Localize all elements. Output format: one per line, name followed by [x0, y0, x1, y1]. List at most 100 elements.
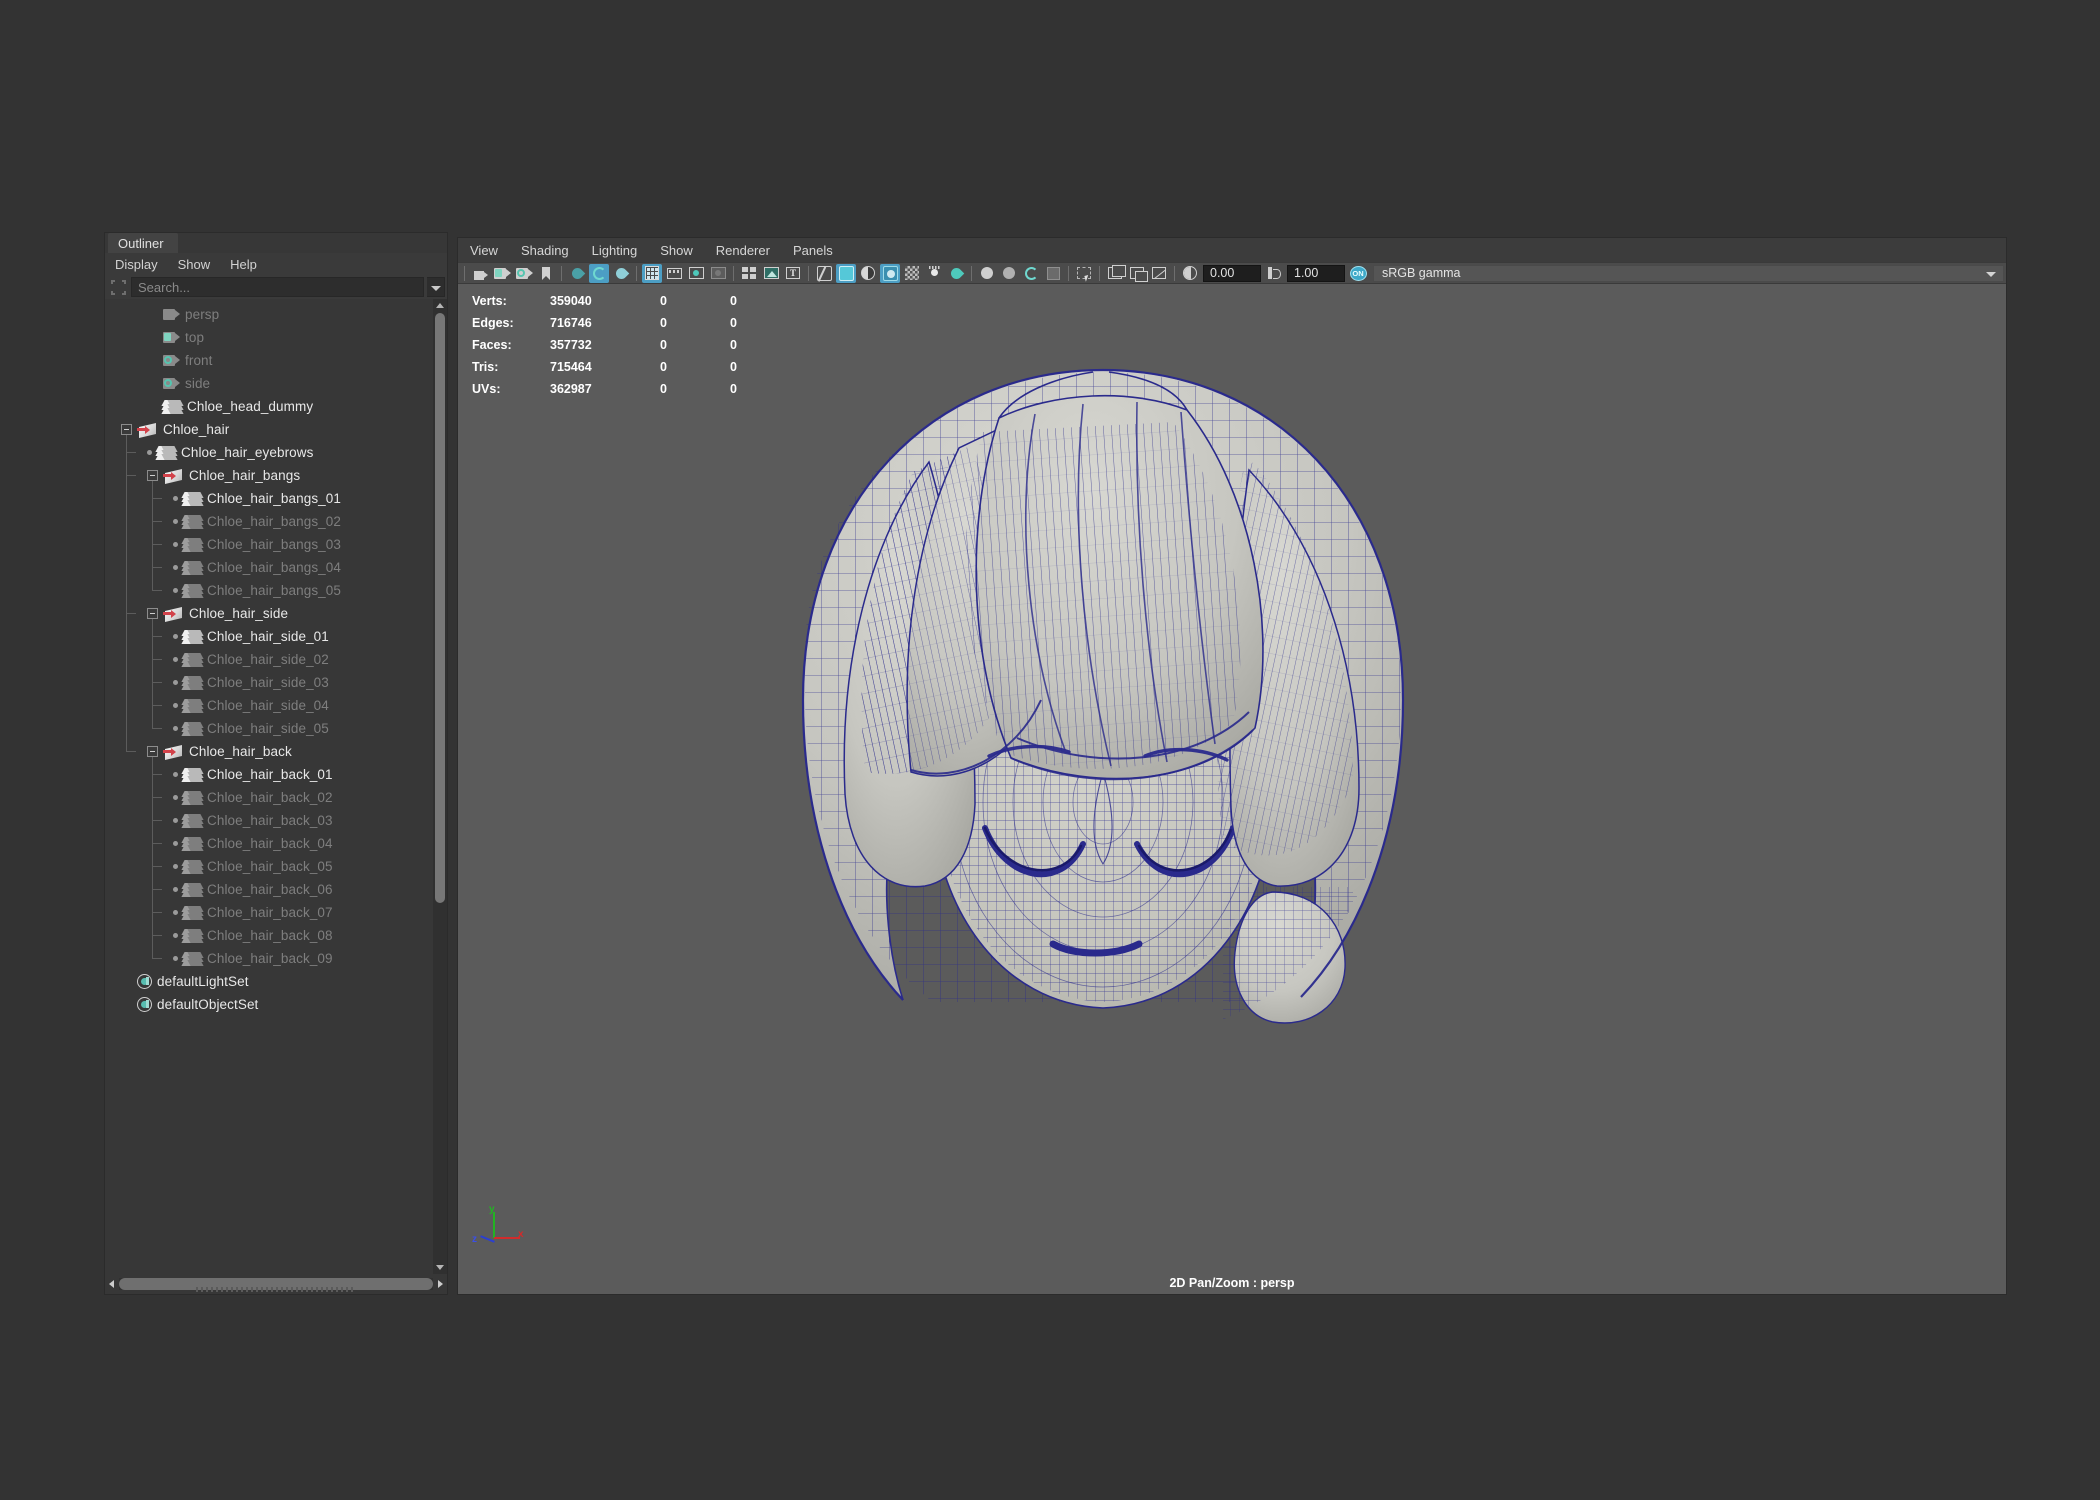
camera-lock-icon[interactable] [492, 264, 512, 283]
smooth-shade-icon[interactable] [836, 263, 856, 283]
outliner-item-top[interactable]: top [105, 326, 433, 349]
gate-mask-icon[interactable] [708, 264, 728, 283]
camera-gear-icon [163, 378, 180, 389]
outliner-tree[interactable]: persp top front side Chloe_head_dummy Chloe_h… [105, 299, 433, 1274]
outliner-item-label: Chloe_hair_bangs [189, 468, 301, 483]
set-icon [137, 997, 152, 1012]
tree-line [152, 521, 162, 522]
menu-display[interactable]: Display [115, 257, 158, 272]
outliner-horizontal-scrollbar[interactable] [105, 1274, 447, 1294]
mesh-icon [183, 630, 202, 644]
film-gate-icon[interactable] [664, 264, 684, 283]
outliner-item-chloe_hair_eyebrows[interactable]: Chloe_hair_eyebrows [105, 441, 433, 464]
pane-layout-icon[interactable] [1105, 264, 1126, 283]
outliner-item-label: Chloe_hair_bangs_04 [207, 560, 342, 575]
tree-line [152, 774, 162, 775]
scroll-left-icon[interactable] [107, 1277, 119, 1291]
chloe-hair-3d-model[interactable] [753, 352, 1453, 1052]
menu-panels[interactable]: Panels [793, 243, 833, 258]
brush-icon[interactable] [611, 264, 631, 283]
hardware-shading-icon[interactable] [858, 264, 878, 283]
outliner-item-chloe_head_dummy[interactable]: Chloe_head_dummy [105, 395, 433, 418]
expand-collapse-icon[interactable] [147, 470, 158, 481]
hud-stat-row: Edges: 716746 0 0 [472, 312, 800, 334]
search-filter-chevron-down-icon[interactable] [427, 277, 445, 297]
paint-effects-icon[interactable] [567, 264, 587, 283]
image-plane-icon[interactable] [761, 264, 781, 283]
mesh-icon [183, 653, 202, 667]
ambient-occlusion-icon[interactable] [977, 264, 997, 283]
menu-renderer[interactable]: Renderer [716, 243, 770, 258]
expand-collapse-icon[interactable] [147, 608, 158, 619]
menu-shading[interactable]: Shading [521, 243, 569, 258]
hud-label-cell: Verts: [472, 294, 507, 308]
exposure-value-field[interactable]: 0.00 [1203, 264, 1261, 282]
outliner-item-label: Chloe_hair_side_02 [207, 652, 329, 667]
outliner-item-defaultlightset[interactable]: defaultLightSet [105, 970, 433, 993]
outliner-item-chloe_hair_back[interactable]: Chloe_hair_back [105, 740, 433, 763]
grid-icon[interactable] [642, 263, 662, 283]
panel-resize-grip[interactable] [196, 1287, 356, 1292]
scroll-right-icon[interactable] [433, 1277, 445, 1291]
search-input[interactable]: Search... [131, 277, 424, 297]
outliner-item-label: Chloe_hair_back_07 [207, 905, 333, 920]
multisample-icon[interactable] [1021, 264, 1041, 283]
camera-attributes-icon[interactable] [514, 264, 534, 283]
outliner-vertical-scrollbar[interactable] [433, 299, 447, 1274]
checker-shading-icon[interactable] [902, 264, 922, 283]
outliner-item-label: Chloe_hair_bangs_02 [207, 514, 342, 529]
gamma-icon[interactable] [1264, 264, 1284, 283]
pane-layout-2-icon[interactable] [1127, 264, 1148, 283]
no-image-icon[interactable] [1149, 264, 1169, 283]
outliner-item-chloe_hair_bangs[interactable]: Chloe_hair_bangs [105, 464, 433, 487]
horizontal-scroll-track[interactable] [119, 1278, 433, 1292]
ik-handle-icon[interactable] [589, 263, 609, 283]
outliner-item-front[interactable]: front [105, 349, 433, 372]
viewport-menubar: View Shading Lighting Show Renderer Pane… [458, 238, 2006, 262]
isolate-select-icon[interactable] [1074, 264, 1094, 283]
outliner-item-label: persp [185, 307, 220, 322]
viewport-canvas[interactable]: Verts: 359040 0 0 Edges: 716746 0 0 Faces: 357732… [458, 284, 2006, 1294]
toolbar-separator [808, 265, 809, 281]
menu-view[interactable]: View [470, 243, 498, 258]
menu-show[interactable]: Show [660, 243, 693, 258]
outliner-tab-row: Outliner [105, 233, 447, 253]
outliner-tab[interactable]: Outliner [108, 233, 178, 253]
color-management-toggle-icon[interactable]: ON [1348, 264, 1368, 283]
hud-other-cell: 0 [730, 316, 737, 330]
lighting-icon[interactable] [924, 264, 944, 283]
quad-view-icon[interactable] [739, 264, 759, 283]
motion-blur-icon[interactable] [999, 264, 1019, 283]
outliner-item-side[interactable]: side [105, 372, 433, 395]
hud-stat-row: UVs: 362987 0 0 [472, 378, 800, 400]
scroll-up-icon[interactable] [436, 303, 444, 308]
chevron-down-icon[interactable] [1986, 271, 1996, 277]
vertical-scroll-thumb[interactable] [435, 313, 445, 903]
hud-label-cell: Edges: [472, 316, 514, 330]
exposure-icon[interactable] [1180, 264, 1200, 283]
outliner-item-chloe_hair[interactable]: Chloe_hair [105, 418, 433, 441]
viewport-toolbar: T 0.00 1.00 ON sRGB gamma [458, 262, 2006, 284]
outliner-item-defaultobjectset[interactable]: defaultObjectSet [105, 993, 433, 1016]
shadows-icon[interactable] [946, 264, 966, 283]
wireframe-icon[interactable] [814, 264, 834, 283]
text-overlay-icon[interactable]: T [783, 264, 803, 283]
expand-collapse-icon[interactable] [147, 746, 158, 757]
gamma-value-field[interactable]: 1.00 [1287, 264, 1345, 282]
tree-connector-dot [173, 864, 178, 869]
outliner-item-chloe_hair_side[interactable]: Chloe_hair_side [105, 602, 433, 625]
expand-collapse-icon[interactable] [121, 424, 132, 435]
depth-of-field-icon[interactable] [1043, 264, 1063, 283]
color-transform-select[interactable]: sRGB gamma [1373, 264, 2004, 282]
search-icon[interactable] [109, 278, 128, 297]
texture-shading-icon[interactable] [880, 263, 900, 283]
outliner-item-persp[interactable]: persp [105, 303, 433, 326]
menu-help[interactable]: Help [230, 257, 257, 272]
menu-lighting[interactable]: Lighting [592, 243, 638, 258]
camera-icon[interactable] [470, 264, 490, 283]
outliner-item-label: Chloe_hair_back_09 [207, 951, 333, 966]
bookmark-icon[interactable] [536, 264, 556, 283]
menu-show[interactable]: Show [178, 257, 211, 272]
scroll-down-icon[interactable] [436, 1265, 444, 1270]
resolution-gate-icon[interactable] [686, 264, 706, 283]
